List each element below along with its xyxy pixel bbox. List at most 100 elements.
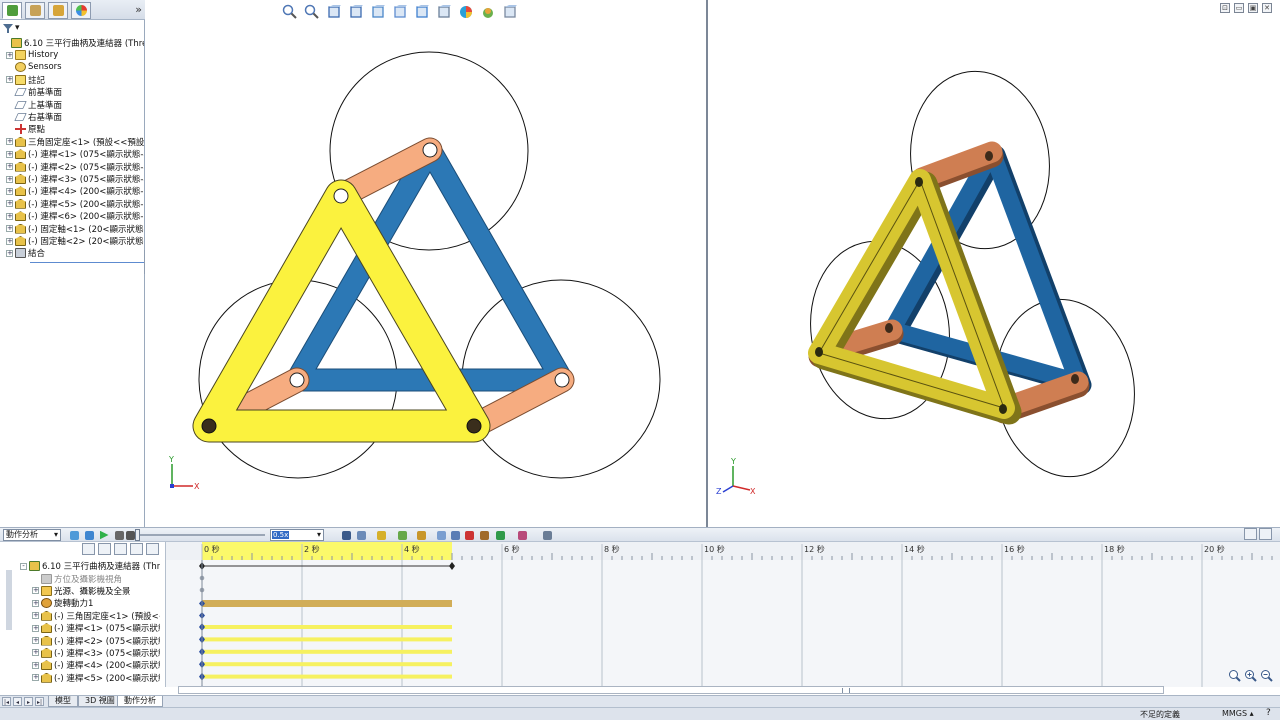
time-slider-thumb[interactable] [135, 529, 140, 541]
tree-expander[interactable]: - [20, 562, 27, 570]
motion-tree-item-5[interactable]: + (-) 連桿<1> (075<顯示狀態 [0, 622, 160, 634]
tree-expander[interactable]: + [6, 212, 13, 220]
playback-speed-select[interactable]: 0.5x [270, 529, 324, 541]
damper-icon[interactable] [449, 529, 461, 541]
collapse-panel-icon[interactable]: » [135, 3, 142, 16]
tab-3d-views[interactable]: 3D 視圖 [78, 696, 122, 707]
tree-expander[interactable]: + [32, 637, 39, 644]
tree-expander[interactable]: + [6, 138, 13, 146]
motion-tree-item-4[interactable]: + (-) 三角固定座<1> (預設<< [0, 610, 160, 622]
tree-item-15[interactable]: + (-) 固定軸<1> (20<顯示狀態- [0, 223, 144, 235]
motion-tree-item-3[interactable]: + 旋轉動力1 [0, 597, 160, 609]
filter-driving-icon[interactable] [98, 543, 111, 555]
tree-item-5[interactable]: 上基準面 [0, 99, 144, 111]
tree-item-11[interactable]: + (-) 連桿<3> (075<顯示狀態-4 [0, 173, 144, 185]
dynamic-annotation-icon[interactable] [370, 4, 386, 20]
close-view-icon[interactable]: ✕ [1262, 3, 1272, 13]
play-icon[interactable] [98, 529, 110, 541]
motion-tree-root[interactable]: - 6.10 三平行曲柄及連結器 (Three [0, 560, 160, 572]
two-view-icon[interactable]: ▭ [1234, 3, 1244, 13]
motor-icon[interactable] [415, 529, 427, 541]
study-properties-icon[interactable] [541, 529, 553, 541]
close-motion-icon[interactable] [1259, 528, 1272, 540]
tree-item-16[interactable]: + (-) 固定軸<2> (20<顯示狀態- [0, 235, 144, 247]
tree-item-17[interactable]: + 結合 [0, 247, 144, 259]
zoom-to-fit-icon[interactable] [282, 4, 298, 20]
tree-expander[interactable]: + [6, 249, 13, 257]
tree-root-assembly[interactable]: 6.10 三平行曲柄及連結器 (Three l [0, 37, 144, 49]
tab-model[interactable]: 模型 [48, 696, 78, 707]
tab-last-arrow-icon[interactable]: ▸| [35, 697, 44, 706]
spring-icon[interactable] [435, 529, 447, 541]
tree-expander[interactable]: + [32, 649, 39, 657]
filter-selected-icon[interactable] [114, 543, 127, 555]
view-settings-icon[interactable] [502, 4, 518, 20]
tree-expander[interactable]: + [6, 51, 13, 59]
motion-tree-item-8[interactable]: + (-) 連桿<4> (200<顯示狀態 [0, 659, 160, 671]
tree-item-10[interactable]: + (-) 連桿<2> (075<顯示狀態-4 [0, 161, 144, 173]
gravity-icon[interactable] [494, 529, 506, 541]
tree-item-6[interactable]: 右基準面 [0, 111, 144, 123]
tree-expander[interactable]: + [32, 674, 39, 682]
filter-results-icon[interactable] [130, 543, 143, 555]
save-animation-icon[interactable] [340, 529, 352, 541]
motion-timeline[interactable]: 0 秒 2 秒 4 秒 6 秒 8 秒 10 秒 12 秒 14 秒 16 秒 18 秒 20 秒 [166, 542, 1280, 687]
results-icon[interactable] [516, 529, 528, 541]
tree-item-12[interactable]: + (-) 連桿<4> (200<顯示狀態-9 [0, 185, 144, 197]
tree-item-8[interactable]: + 三角固定座<1> (預設<<預設> [0, 136, 144, 148]
tree-expander[interactable]: + [32, 612, 39, 620]
tree-expander[interactable]: + [32, 599, 39, 607]
filter-all-icon[interactable] [146, 543, 159, 555]
tree-expander[interactable]: + [6, 76, 13, 84]
viewport-front[interactable]: Y X [145, 0, 706, 527]
tree-item-4[interactable]: 前基準面 [0, 86, 144, 98]
tree-expander[interactable]: + [6, 150, 13, 158]
contact-icon[interactable] [478, 529, 490, 541]
property-manager-tab[interactable] [25, 2, 45, 19]
timeline-scrollbar-grip[interactable] [842, 688, 850, 693]
single-view-icon[interactable]: ⊡ [1220, 3, 1230, 13]
tree-item-13[interactable]: + (-) 連桿<5> (200<顯示狀態-9 [0, 198, 144, 210]
previous-view-icon[interactable] [326, 4, 342, 20]
tab-motion-study[interactable]: 動作分析 [117, 696, 163, 707]
tree-filter[interactable]: ▾ [3, 22, 20, 34]
tree-expander[interactable]: + [6, 200, 13, 208]
tree-expander[interactable]: + [32, 624, 39, 632]
study-type-select[interactable]: 動作分析 [3, 529, 61, 541]
force-icon[interactable] [463, 529, 475, 541]
edit-appearance-icon[interactable] [458, 4, 474, 20]
viewport-isometric[interactable]: ⊡ ▭ ▣ ✕ Y X Z [708, 0, 1280, 527]
autokey-icon[interactable] [375, 529, 387, 541]
motion-tree-item-7[interactable]: + (-) 連桿<3> (075<顯示狀態 [0, 647, 160, 659]
tree-item-2[interactable]: Sensors [0, 61, 144, 73]
tab-prev-arrow-icon[interactable]: ◂ [13, 697, 22, 706]
appearance-tab[interactable] [71, 2, 91, 19]
tree-item-7[interactable]: 原點 [0, 123, 144, 135]
tree-item-9[interactable]: + (-) 連桿<1> (075<顯示狀態-4 [0, 148, 144, 160]
add-key-icon[interactable] [396, 529, 408, 541]
tab-next-arrow-icon[interactable]: ▸ [24, 697, 33, 706]
zoom-in-icon[interactable] [1244, 669, 1257, 682]
play-from-start-icon[interactable] [83, 529, 95, 541]
motion-tree-item-9[interactable]: + (-) 連桿<5> (200<顯示狀態 [0, 672, 160, 684]
display-style-icon[interactable] [414, 4, 430, 20]
tree-item-1[interactable]: + History [0, 49, 144, 61]
configuration-manager-tab[interactable] [48, 2, 68, 19]
tree-expander[interactable]: + [32, 661, 39, 669]
tree-expander[interactable]: + [6, 225, 13, 233]
unit-system-button[interactable]: MMGS ▴ [1222, 709, 1254, 718]
zoom-to-area-icon[interactable] [304, 4, 320, 20]
section-view-icon[interactable] [348, 4, 364, 20]
help-icon[interactable]: ? [1266, 708, 1271, 718]
tree-expander[interactable]: + [6, 187, 13, 195]
feature-manager-tab[interactable] [2, 2, 22, 19]
hide-show-icon[interactable] [436, 4, 452, 20]
tree-expander[interactable]: + [32, 587, 39, 595]
minimize-motion-icon[interactable] [1244, 528, 1257, 540]
zoom-to-fit-icon[interactable] [1228, 669, 1241, 682]
tree-item-14[interactable]: + (-) 連桿<6> (200<顯示狀態-9 [0, 210, 144, 222]
tree-expander[interactable]: + [6, 163, 13, 171]
tree-expander[interactable]: + [6, 237, 13, 245]
tree-item-3[interactable]: + 註記 [0, 74, 144, 86]
motion-tree-item-2[interactable]: + 光源、攝影機及全景 [0, 585, 160, 597]
